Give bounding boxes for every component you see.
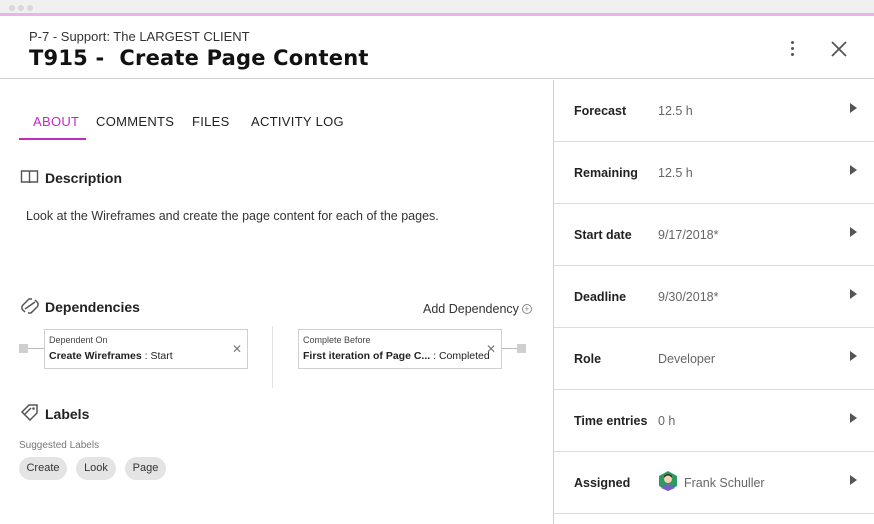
tab-activity-log[interactable]: ACTIVITY LOG [251,110,344,140]
avatar [658,470,678,492]
remove-dependency-icon[interactable]: ✕ [232,342,242,356]
caret-right-icon[interactable] [850,413,857,423]
add-dependency-button[interactable]: Add Dependency + [423,302,532,316]
detail-label: Start date [574,228,632,242]
caret-right-icon[interactable] [850,289,857,299]
caret-right-icon[interactable] [850,227,857,237]
detail-label: Remaining [574,166,638,180]
complete-before-task[interactable]: First iteration of Page C... [303,350,430,362]
close-icon[interactable] [829,39,849,59]
plus-circle-icon: + [521,304,532,314]
dependencies-title: Dependencies [45,299,140,315]
suggested-labels-title: Suggested Labels [19,440,100,451]
task-header: P-7 - Support: The LARGEST CLIENT T915 -… [0,19,874,79]
window-dot [27,5,33,11]
window-dot [9,5,15,11]
window-title-bar [0,0,874,16]
dependent-on-value: Create Wireframes : Start [49,350,173,362]
connector-line [28,348,44,349]
add-dependency-label: Add Dependency [423,302,519,316]
task-details-panel: Forecast 12.5 h Remaining 12.5 h Start d… [553,80,874,524]
labels-title: Labels [45,406,90,422]
description-title: Description [45,170,123,186]
tab-files[interactable]: FILES [192,110,230,140]
detail-label: Time entries [574,414,648,428]
dependency-divider [272,326,273,388]
tag-icon [20,403,40,426]
dependent-on-state: : Start [141,350,173,362]
book-icon [20,169,39,190]
label-chip[interactable]: Page [125,457,166,480]
caret-right-icon[interactable] [850,351,857,361]
detail-value: Developer [658,352,715,366]
complete-before-card[interactable]: Complete Before First iteration of Page … [298,329,502,369]
dependent-on-task[interactable]: Create Wireframes [49,350,142,362]
detail-value: 12.5 h [658,166,693,180]
detail-row-forecast[interactable]: Forecast 12.5 h [554,80,874,142]
detail-value: 9/30/2018* [658,290,719,304]
complete-before-label: Complete Before [303,335,371,345]
complete-before-value: First iteration of Page C... : Completed [303,350,490,362]
caret-right-icon[interactable] [850,165,857,175]
task-title: T915 - Create Page Content [29,46,369,70]
project-breadcrumb[interactable]: P-7 - Support: The LARGEST CLIENT [29,29,250,44]
connector-handle [19,344,28,353]
caret-right-icon[interactable] [850,103,857,113]
kebab-menu-icon[interactable] [786,39,800,59]
window-dot [18,5,24,11]
assignee-name: Frank Schuller [684,476,765,490]
link-icon [20,297,40,320]
detail-label: Deadline [574,290,627,304]
label-chip[interactable]: Create [19,457,67,480]
tab-comments[interactable]: COMMENTS [96,110,174,140]
complete-before-state: : Completed [430,350,490,362]
connector-handle [517,344,526,353]
detail-row-start-date[interactable]: Start date 9/17/2018* [554,204,874,266]
connector-line [502,348,518,349]
detail-label: Forecast [574,104,627,118]
detail-row-role[interactable]: Role Developer [554,328,874,390]
caret-right-icon[interactable] [850,475,857,485]
label-chip[interactable]: Look [76,457,116,480]
detail-value: 12.5 h [658,104,693,118]
dependent-on-card[interactable]: Dependent On Create Wireframes : Start ✕ [44,329,248,369]
description-text[interactable]: Look at the Wireframes and create the pa… [26,209,439,223]
remove-dependency-icon[interactable]: ✕ [486,342,496,356]
task-main-panel: ABOUT COMMENTS FILES ACTIVITY LOG Descri… [0,80,553,524]
detail-row-deadline[interactable]: Deadline 9/30/2018* [554,266,874,328]
tab-about[interactable]: ABOUT [19,110,86,140]
dependent-on-label: Dependent On [49,335,108,345]
detail-value: 9/17/2018* [658,228,719,242]
detail-label: Role [574,352,602,366]
detail-row-time-entries[interactable]: Time entries 0 h [554,390,874,452]
detail-row-assigned[interactable]: Assigned Frank Schuller [554,452,874,514]
detail-value: 0 h [658,414,676,428]
detail-label: Assigned [574,476,631,490]
detail-row-remaining[interactable]: Remaining 12.5 h [554,142,874,204]
